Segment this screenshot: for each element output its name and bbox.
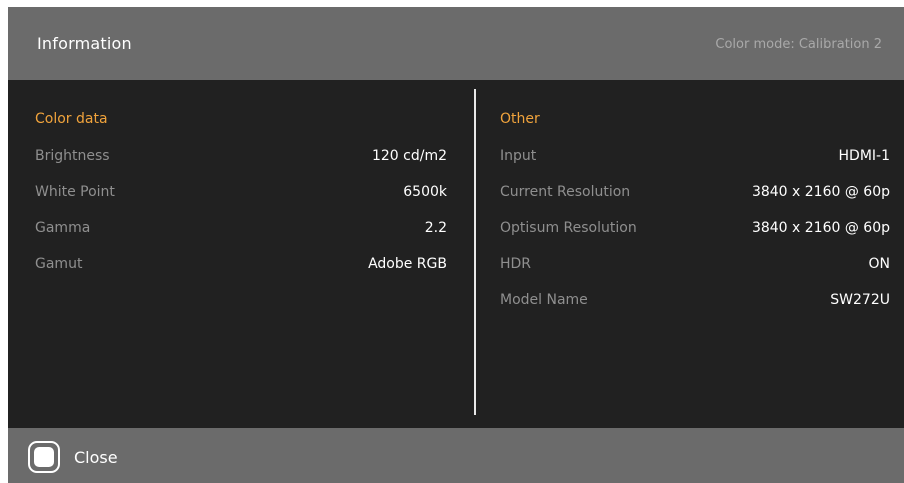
info-row-input: Input HDMI-1 <box>500 148 890 168</box>
info-label: Gamma <box>35 220 91 236</box>
info-value: Adobe RGB <box>368 256 447 272</box>
info-value: 2.2 <box>424 220 447 236</box>
info-label: Current Resolution <box>500 184 631 200</box>
info-label: White Point <box>35 184 115 200</box>
dialog-header: Information Color mode: Calibration 2 <box>8 7 904 80</box>
info-label: Optisum Resolution <box>500 220 637 236</box>
color-mode-indicator: Color mode: Calibration 2 <box>715 37 882 52</box>
info-row-white-point: White Point 6500k <box>35 184 447 204</box>
info-label: HDR <box>500 256 532 272</box>
dialog-title: Information <box>37 34 132 53</box>
information-dialog: Information Color mode: Calibration 2 Co… <box>8 7 904 483</box>
dialog-body: Color data Brightness 120 cd/m2 White Po… <box>8 80 904 428</box>
info-value: 6500k <box>403 184 447 200</box>
info-value: SW272U <box>830 292 890 308</box>
info-label: Model Name <box>500 292 588 308</box>
info-row-gamut: Gamut Adobe RGB <box>35 256 447 276</box>
section-title-other: Other <box>500 111 540 127</box>
info-row-brightness: Brightness 120 cd/m2 <box>35 148 447 168</box>
close-button[interactable]: Close <box>28 441 118 473</box>
info-label: Brightness <box>35 148 110 164</box>
dialog-footer: Close <box>8 428 904 483</box>
info-row-optimum-resolution: Optisum Resolution 3840 x 2160 @ 60p <box>500 220 890 240</box>
info-row-current-resolution: Current Resolution 3840 x 2160 @ 60p <box>500 184 890 204</box>
info-value: HDMI-1 <box>838 148 890 164</box>
section-title-color-data: Color data <box>35 111 108 127</box>
info-value: ON <box>868 256 891 272</box>
column-divider <box>474 89 476 415</box>
info-label: Input <box>500 148 537 164</box>
info-row-hdr: HDR ON <box>500 256 890 276</box>
info-value: 120 cd/m2 <box>371 148 447 164</box>
info-row-model-name: Model Name SW272U <box>500 292 890 312</box>
info-value: 3840 x 2160 @ 60p <box>751 220 890 236</box>
info-row-gamma: Gamma 2.2 <box>35 220 447 240</box>
info-label: Gamut <box>35 256 83 272</box>
rounded-square-button-icon <box>28 441 60 473</box>
info-value: 3840 x 2160 @ 60p <box>751 184 890 200</box>
close-label: Close <box>74 447 118 467</box>
